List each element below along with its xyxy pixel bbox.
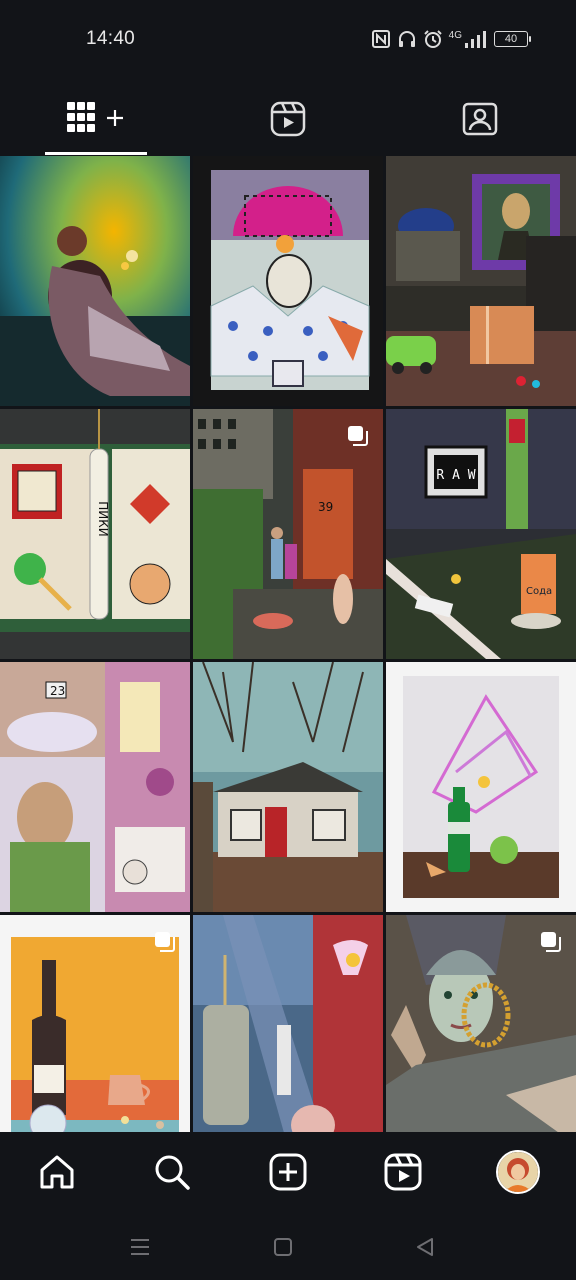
grid-post[interactable]: R A W Сода (386, 409, 576, 659)
menu-lines-icon (131, 1239, 149, 1255)
status-icons: 4G 40 (371, 26, 531, 52)
reels-icon (270, 101, 306, 137)
selected-tab-indicator (45, 152, 147, 155)
nfc-icon (371, 30, 390, 48)
nav-home[interactable] (31, 1146, 83, 1198)
grid-post[interactable]: 39 (193, 409, 383, 659)
grid-post[interactable] (386, 662, 576, 912)
post-text: 23 (50, 684, 65, 698)
nav-reels[interactable] (377, 1146, 429, 1198)
grid-add-icon (67, 102, 123, 132)
tab-tagged[interactable] (432, 82, 528, 156)
tagged-person-icon (462, 102, 498, 136)
tab-posts-grid[interactable] (45, 82, 147, 156)
system-back-button[interactable] (410, 1232, 440, 1262)
signal-icon (465, 31, 486, 48)
search-icon (155, 1155, 190, 1190)
system-navigation (0, 1212, 576, 1280)
status-time: 14:40 (86, 28, 136, 49)
post-text: 39 (318, 500, 333, 514)
svg-text:Сода: Сода (526, 586, 552, 597)
grid-post[interactable] (193, 915, 383, 1132)
grid-post[interactable]: ПИКИ (0, 409, 190, 659)
status-bar: 14:40 4G 40 (0, 0, 576, 78)
grid-post[interactable] (193, 662, 383, 912)
posts-grid: ПИКИ 39 R A W Сода 23 (0, 156, 576, 1132)
post-text: ПИКИ (96, 501, 110, 537)
bottom-navigation (0, 1132, 576, 1212)
profile-tabs (0, 82, 576, 156)
nav-search[interactable] (146, 1146, 198, 1198)
reels-icon (384, 1153, 422, 1191)
alarm-icon (423, 30, 442, 48)
grid-post[interactable] (0, 915, 190, 1132)
grid-post[interactable]: 23 (0, 662, 190, 912)
system-home-button[interactable] (268, 1232, 298, 1262)
multiple-photos-icon (155, 932, 175, 952)
network-label: 4G (448, 29, 462, 41)
post-text: R A W (436, 468, 475, 483)
avatar (496, 1150, 540, 1194)
grid-post[interactable] (386, 915, 576, 1132)
plus-square-icon (269, 1153, 307, 1191)
battery-level: 40 (504, 33, 518, 45)
multiple-photos-icon (541, 932, 561, 952)
headphones-icon (398, 31, 415, 47)
nav-create[interactable] (262, 1146, 314, 1198)
battery-icon: 40 (494, 31, 531, 47)
home-icon (40, 1155, 74, 1189)
grid-post[interactable] (386, 156, 576, 406)
back-triangle-icon (417, 1238, 433, 1256)
system-menu-button[interactable] (125, 1232, 155, 1262)
tab-reels[interactable] (240, 82, 336, 156)
grid-post[interactable] (0, 156, 190, 406)
square-icon (274, 1238, 292, 1256)
multiple-photos-icon (348, 426, 368, 446)
grid-post[interactable] (193, 156, 383, 406)
nav-profile[interactable] (492, 1146, 544, 1198)
